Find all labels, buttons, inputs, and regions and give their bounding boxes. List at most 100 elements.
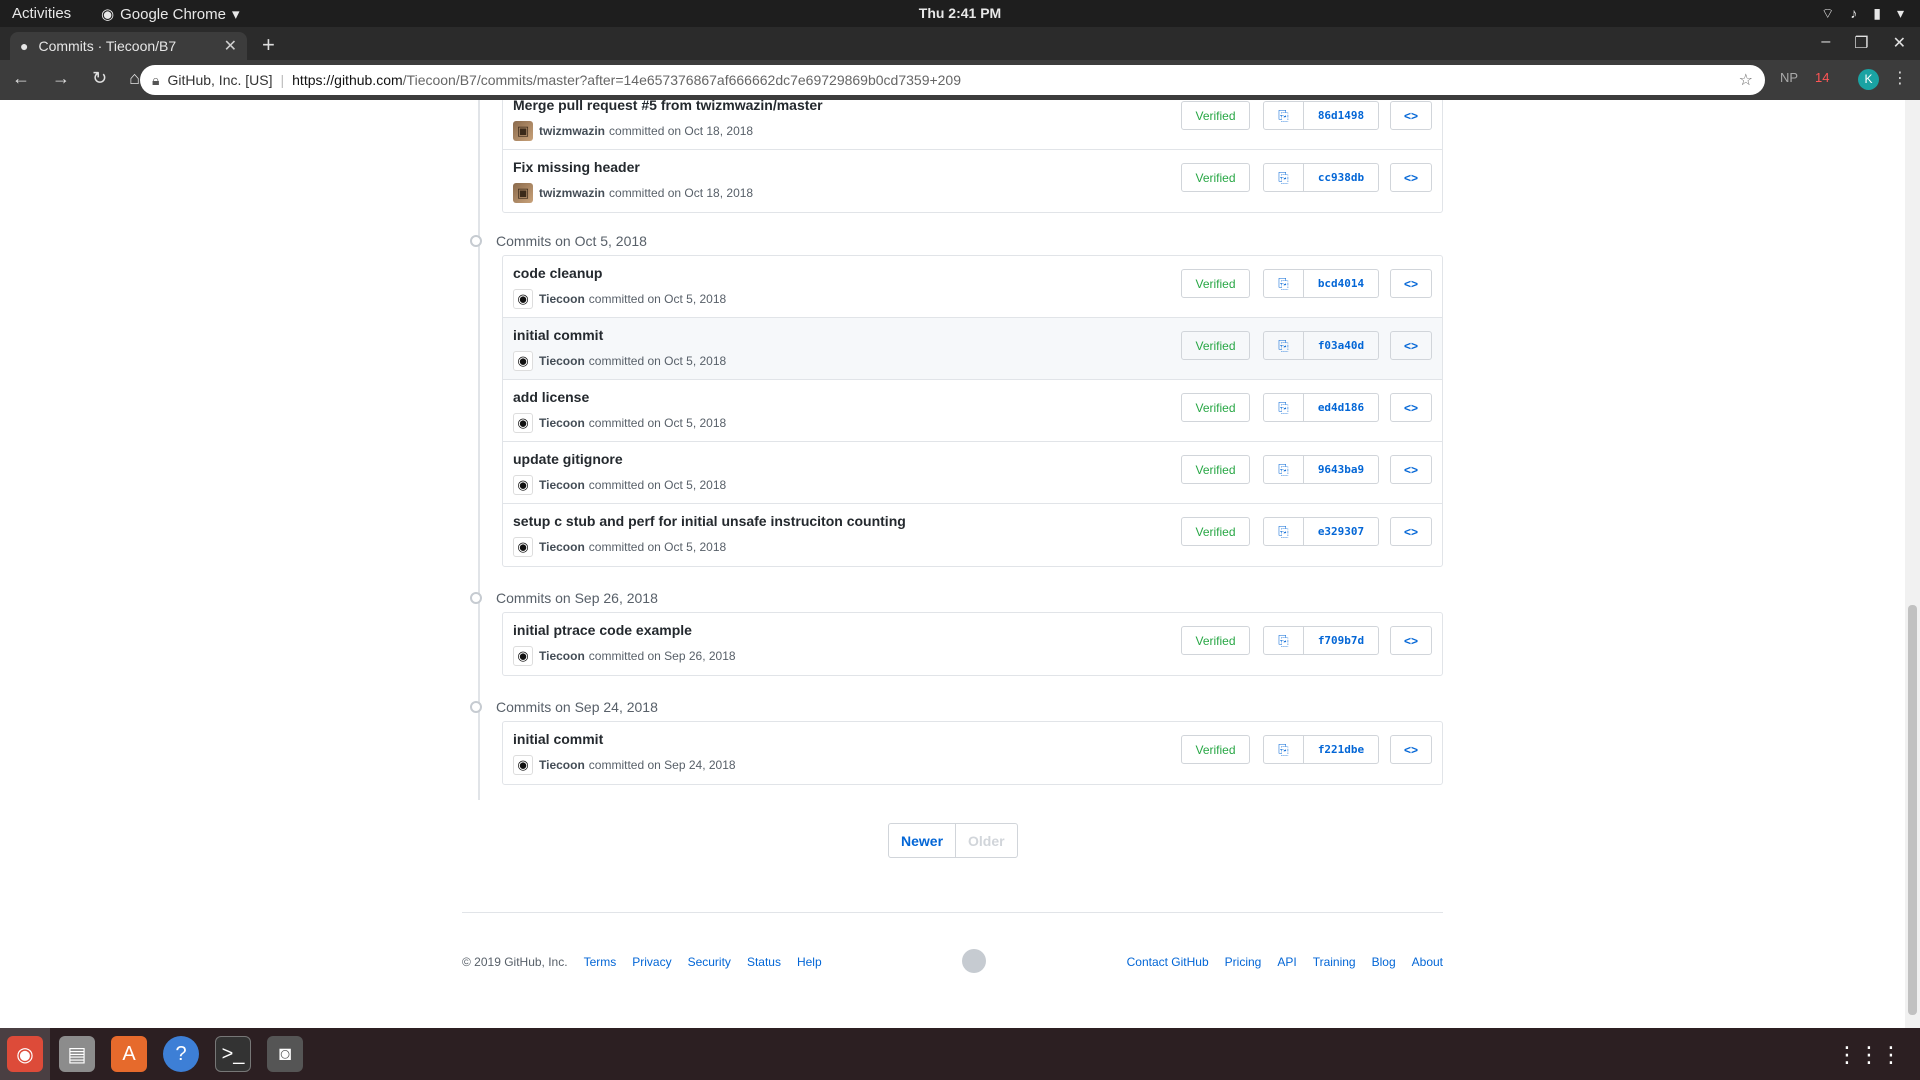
footer-link-about[interactable]: About [1412,955,1443,969]
browse-code-icon[interactable]: <> [1390,331,1432,360]
commit-sha[interactable]: bcd4014 [1304,270,1378,297]
commit-message[interactable]: code cleanup [513,265,602,281]
commit-message[interactable]: setup c stub and perf for initial unsafe… [513,513,906,529]
scrollbar[interactable] [1905,100,1920,1028]
author-avatar[interactable]: ◉ [513,646,533,666]
footer-link-privacy[interactable]: Privacy [632,955,671,969]
help-launcher-icon[interactable]: ? [163,1036,199,1072]
home-icon[interactable]: ⌂ [129,68,140,89]
commit-author[interactable]: twizmwazin [539,186,605,200]
extension-badge[interactable]: 14 [1815,70,1829,85]
author-avatar[interactable]: ◉ [513,289,533,309]
commit-message[interactable]: initial ptrace code example [513,622,692,638]
copy-sha-icon[interactable]: ⎘ [1264,164,1304,191]
copy-sha-icon[interactable]: ⎘ [1264,736,1304,763]
footer-link-training[interactable]: Training [1313,955,1356,969]
commit-message[interactable]: Merge pull request #5 from twizmwazin/ma… [513,100,823,113]
commit-message[interactable]: Fix missing header [513,159,640,175]
verified-badge[interactable]: Verified [1181,517,1250,546]
author-avatar[interactable]: ◉ [513,475,533,495]
commit-author[interactable]: Tiecoon [539,540,585,554]
commit-sha[interactable]: 9643ba9 [1304,456,1378,483]
back-icon[interactable]: ← [12,68,30,89]
author-avatar[interactable]: ◉ [513,537,533,557]
menu-icon[interactable]: ⋮ [1892,68,1908,88]
footer-link-api[interactable]: API [1277,955,1296,969]
address-bar[interactable]: 🔒︎ GitHub, Inc. [US] | https://github.co… [140,65,1765,95]
verified-badge[interactable]: Verified [1181,455,1250,484]
author-avatar[interactable]: ◉ [513,351,533,371]
commit-message[interactable]: add license [513,389,589,405]
browse-code-icon[interactable]: <> [1390,735,1432,764]
camera-launcher-icon[interactable]: ◙ [267,1036,303,1072]
new-tab-button[interactable]: + [262,32,275,58]
verified-badge[interactable]: Verified [1181,101,1250,130]
commit-author[interactable]: Tiecoon [539,416,585,430]
verified-badge[interactable]: Verified [1181,735,1250,764]
copy-sha-icon[interactable]: ⎘ [1264,394,1304,421]
terminal-launcher-icon[interactable]: >_ [215,1036,251,1072]
system-tray[interactable]: ⌔ ♪ ▮ ▾ [1821,5,1904,23]
copy-sha-icon[interactable]: ⎘ [1264,456,1304,483]
commit-sha[interactable]: f03a40d [1304,332,1378,359]
extension-np[interactable]: NP [1780,70,1798,85]
footer-link-blog[interactable]: Blog [1372,955,1396,969]
commit-author[interactable]: Tiecoon [539,354,585,368]
commit-message[interactable]: initial commit [513,731,603,747]
verified-badge[interactable]: Verified [1181,163,1250,192]
scrollbar-thumb[interactable] [1908,605,1917,1015]
footer-link-terms[interactable]: Terms [584,955,617,969]
browse-code-icon[interactable]: <> [1390,455,1432,484]
copy-sha-icon[interactable]: ⎘ [1264,518,1304,545]
tab-commits[interactable]: ● Commits · Tiecoon/B7 ✕ [10,32,247,60]
commit-sha[interactable]: cc938db [1304,164,1378,191]
reload-icon[interactable]: ↻ [92,68,107,89]
bookmark-star-icon[interactable]: ☆ [1739,70,1753,90]
verified-badge[interactable]: Verified [1181,269,1250,298]
commit-sha[interactable]: 86d1498 [1304,102,1378,129]
verified-badge[interactable]: Verified [1181,331,1250,360]
commit-sha[interactable]: ed4d186 [1304,394,1378,421]
commit-sha[interactable]: f709b7d [1304,627,1378,654]
copy-sha-icon[interactable]: ⎘ [1264,332,1304,359]
browse-code-icon[interactable]: <> [1390,101,1432,130]
author-avatar[interactable]: ◉ [513,413,533,433]
copy-sha-icon[interactable]: ⎘ [1264,102,1304,129]
footer-link-help[interactable]: Help [797,955,822,969]
commit-author[interactable]: Tiecoon [539,649,585,663]
footer-link-pricing[interactable]: Pricing [1225,955,1262,969]
browse-code-icon[interactable]: <> [1390,269,1432,298]
commit-sha[interactable]: e329307 [1304,518,1378,545]
lock-icon[interactable]: 🔒︎ [152,72,159,89]
copy-sha-icon[interactable]: ⎘ [1264,627,1304,654]
profile-avatar[interactable]: K [1858,69,1879,90]
close-tab-icon[interactable]: ✕ [224,36,237,56]
footer-link-contact-github[interactable]: Contact GitHub [1127,955,1209,969]
restore-icon[interactable]: ❐ [1854,33,1868,53]
verified-badge[interactable]: Verified [1181,393,1250,422]
commit-message[interactable]: initial commit [513,327,603,343]
browse-code-icon[interactable]: <> [1390,626,1432,655]
author-avatar[interactable]: ▣ [513,121,533,141]
commit-sha[interactable]: f221dbe [1304,736,1378,763]
commit-message[interactable]: update gitignore [513,451,623,467]
show-applications-icon[interactable]: ⋮⋮⋮ [1836,1042,1902,1068]
forward-icon[interactable]: → [52,68,70,89]
browse-code-icon[interactable]: <> [1390,163,1432,192]
copy-sha-icon[interactable]: ⎘ [1264,270,1304,297]
chrome-launcher-icon[interactable]: ◉ [7,1036,43,1072]
footer-link-status[interactable]: Status [747,955,781,969]
verified-badge[interactable]: Verified [1181,626,1250,655]
minimize-icon[interactable]: – [1821,33,1830,53]
commit-author[interactable]: twizmwazin [539,124,605,138]
commit-author[interactable]: Tiecoon [539,758,585,772]
commit-author[interactable]: Tiecoon [539,478,585,492]
clock[interactable]: Thu 2:41 PM [0,5,1920,21]
author-avatar[interactable]: ▣ [513,183,533,203]
close-window-icon[interactable]: ✕ [1893,33,1906,53]
browse-code-icon[interactable]: <> [1390,393,1432,422]
newer-button[interactable]: Newer [889,824,957,857]
software-launcher-icon[interactable]: A [111,1036,147,1072]
browse-code-icon[interactable]: <> [1390,517,1432,546]
files-launcher-icon[interactable]: ▤ [59,1036,95,1072]
